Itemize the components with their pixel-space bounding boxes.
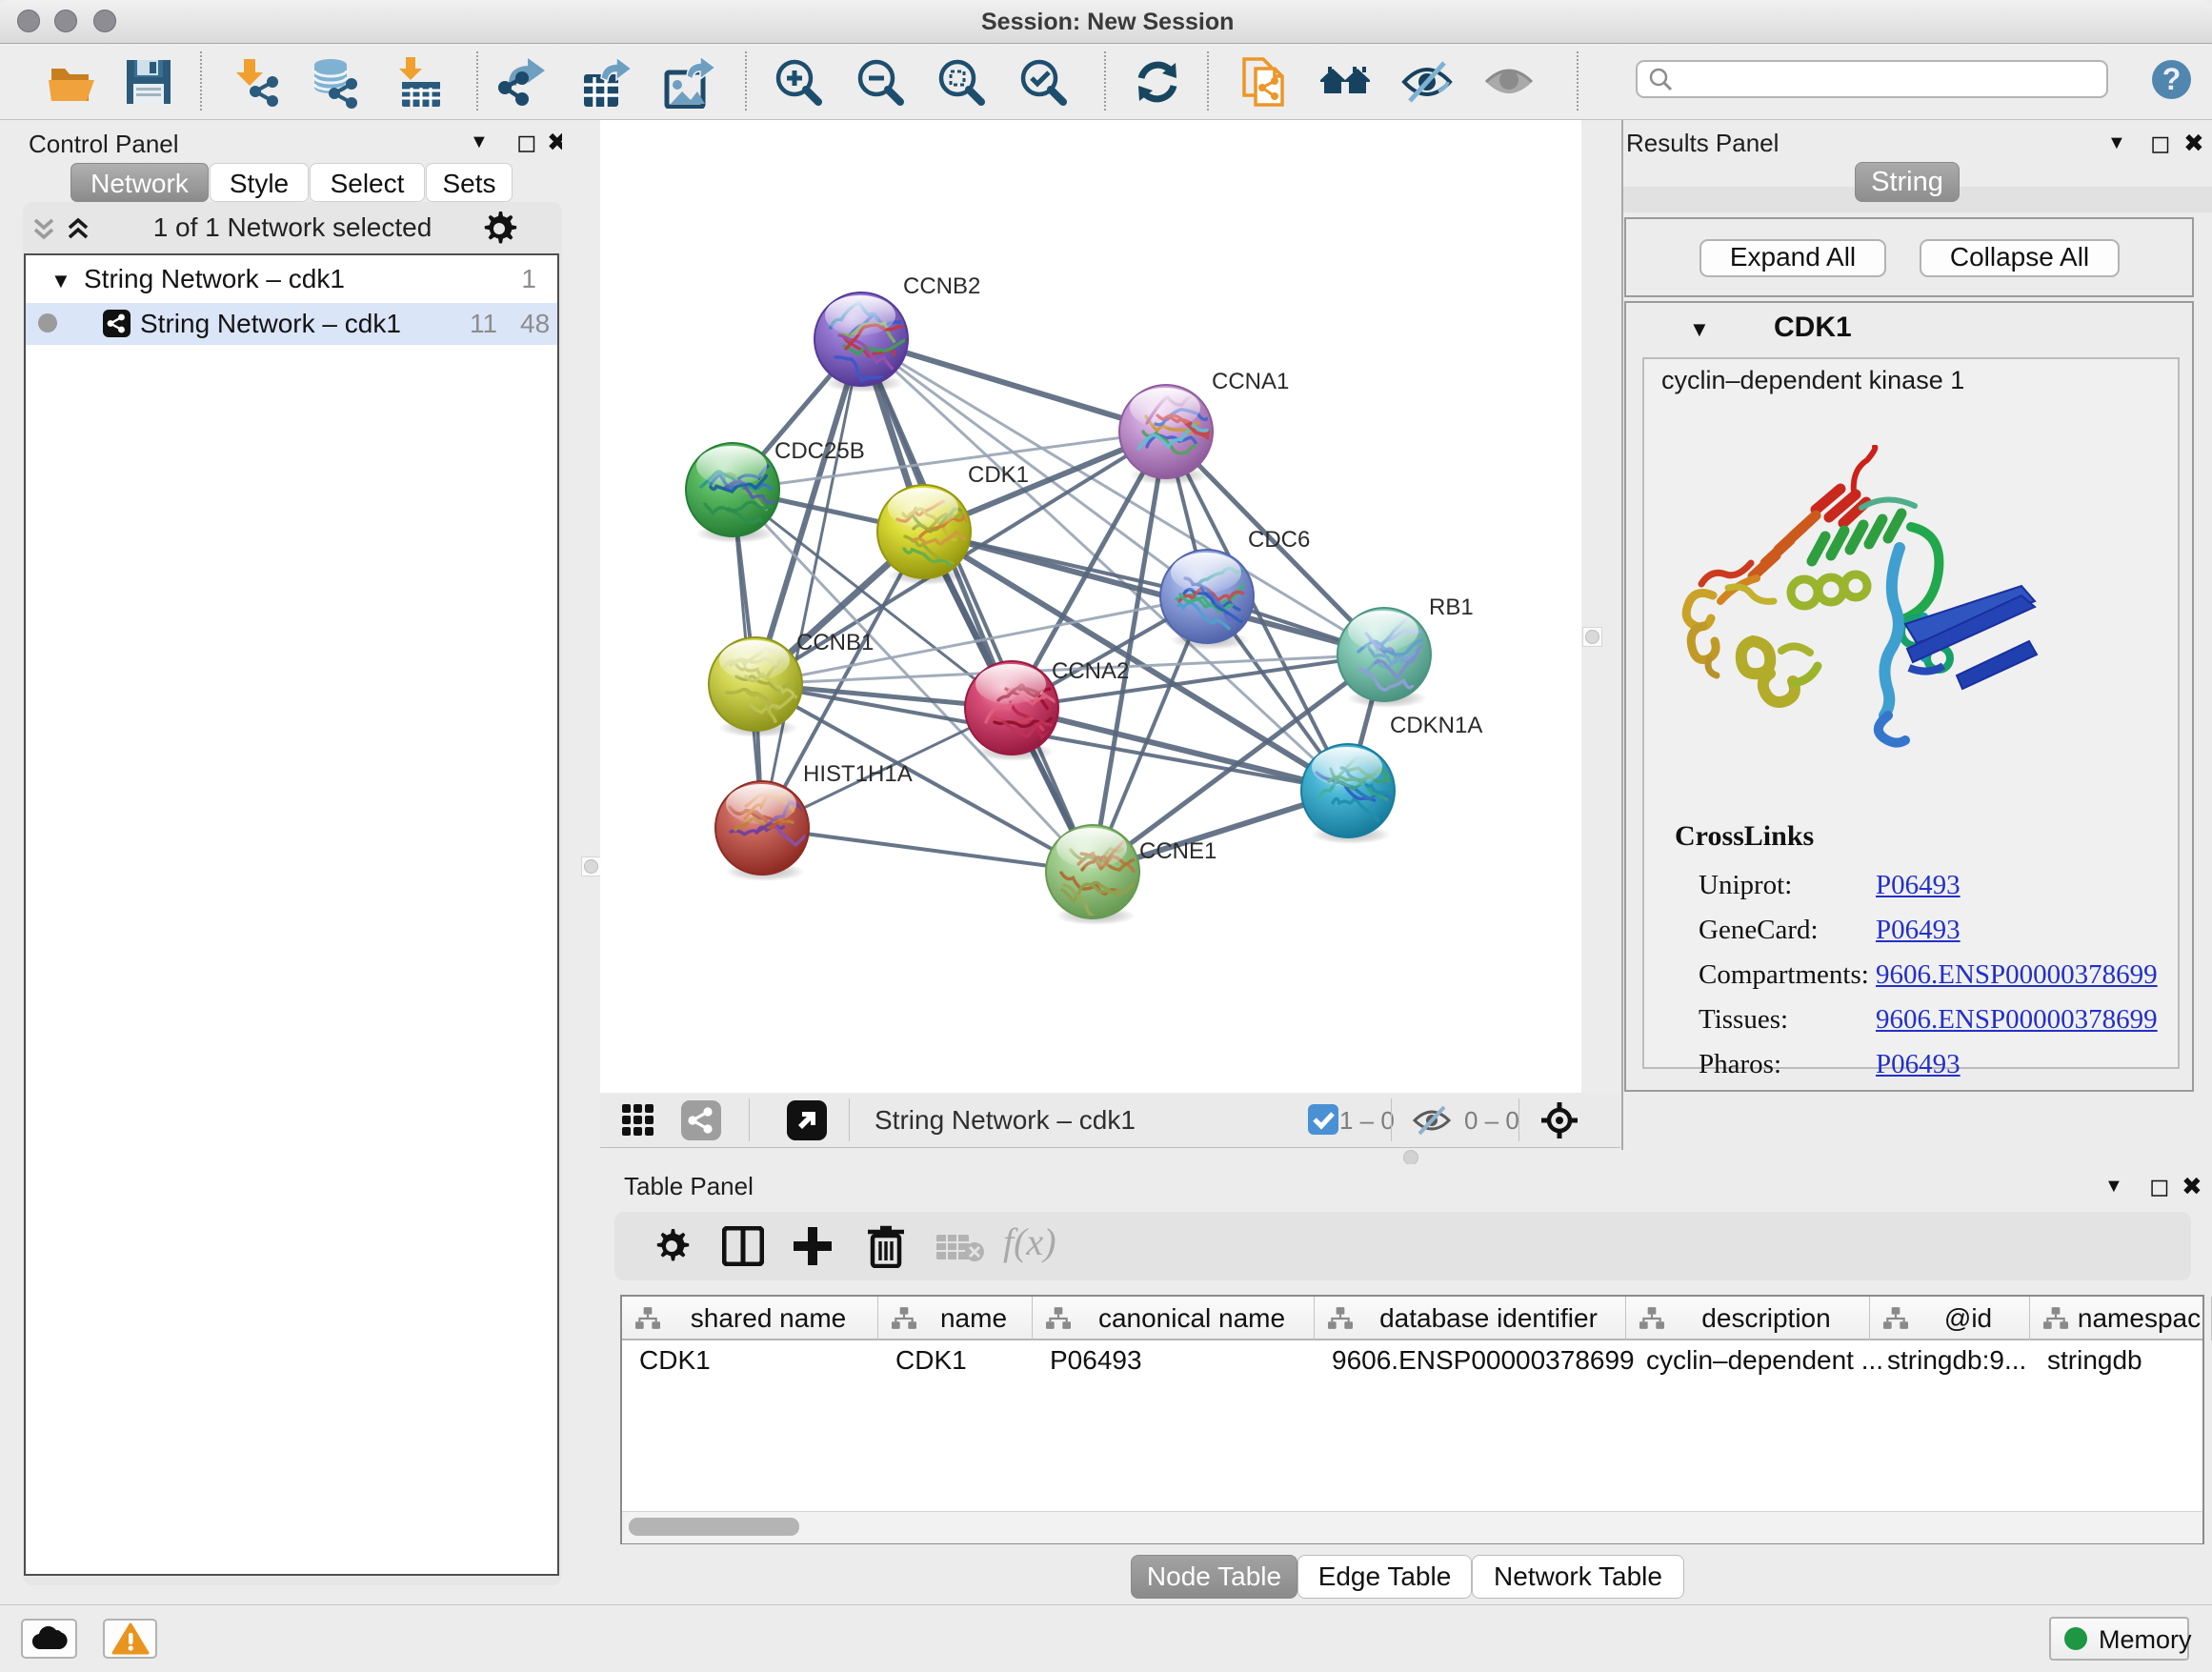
svg-text:CCNE1: CCNE1 xyxy=(1139,838,1217,864)
svg-text:CDC25B: CDC25B xyxy=(774,438,865,464)
svg-text:CDK1: CDK1 xyxy=(968,462,1029,488)
svg-text:CCNA1: CCNA1 xyxy=(1212,369,1289,394)
svg-text:CCNB2: CCNB2 xyxy=(903,273,980,299)
svg-text:HIST1H1A: HIST1H1A xyxy=(803,761,913,787)
svg-text:CDC6: CDC6 xyxy=(1248,527,1310,553)
svg-text:CDKN1A: CDKN1A xyxy=(1390,713,1482,738)
svg-text:CCNB1: CCNB1 xyxy=(796,630,874,655)
svg-text:CCNA2: CCNA2 xyxy=(1052,658,1129,684)
svg-text:RB1: RB1 xyxy=(1429,594,1474,620)
